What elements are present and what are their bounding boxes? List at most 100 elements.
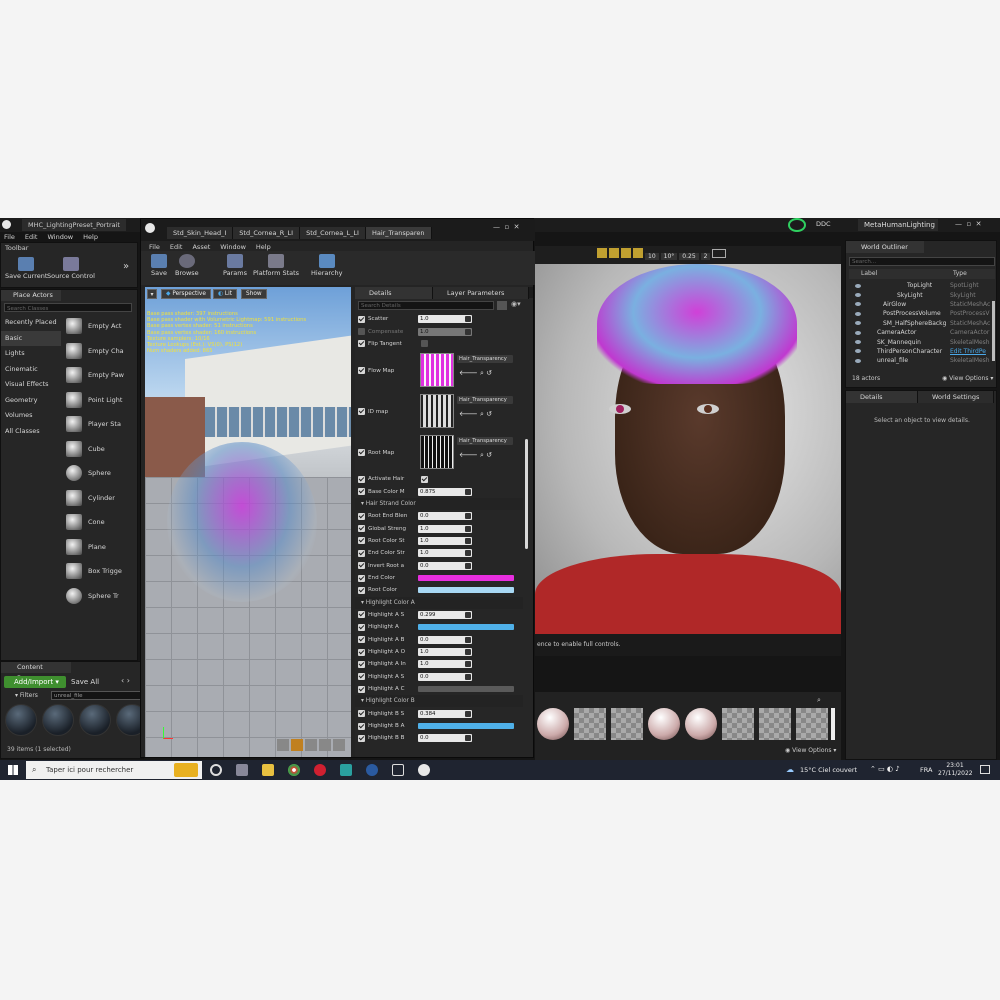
param-checkbox[interactable]: [358, 636, 365, 644]
param-checkbox[interactable]: [358, 611, 365, 619]
sphere-mesh-icon[interactable]: [291, 739, 303, 751]
asset-thumbnail[interactable]: [796, 708, 828, 740]
asset-thumbnail[interactable]: [79, 704, 111, 736]
param-checkbox[interactable]: [358, 340, 365, 348]
visibility-eye-icon[interactable]: [855, 321, 861, 326]
cube-app-icon[interactable]: [392, 764, 404, 776]
param-checkbox[interactable]: [358, 648, 365, 656]
tab-hair-transparency[interactable]: Hair_Transparen: [365, 227, 432, 239]
toolbar-expand-icon[interactable]: »: [123, 261, 129, 272]
param-value-field[interactable]: 0.384: [418, 709, 472, 718]
save-button[interactable]: Save: [151, 254, 167, 277]
grid-view-icon[interactable]: [497, 301, 507, 310]
asset-thumbnail[interactable]: [537, 708, 569, 740]
param-value-field[interactable]: 0.0: [418, 672, 472, 681]
show-button[interactable]: Show: [241, 289, 267, 299]
list-item[interactable]: Sphere: [62, 461, 138, 486]
table-row[interactable]: ThirdPersonCharacter Edit ThirdPe: [849, 347, 995, 356]
content-search-input[interactable]: unreal_file: [51, 691, 143, 700]
visibility-eye-icon[interactable]: [855, 311, 861, 316]
bottom-view-options-button[interactable]: ◉ View Options ▾: [785, 747, 836, 754]
param-checkbox[interactable]: [358, 574, 365, 582]
list-item[interactable]: Empty Cha: [62, 339, 138, 364]
menu-asset[interactable]: Asset: [192, 243, 210, 251]
asset-thumbnail[interactable]: [685, 708, 717, 740]
param-checkbox[interactable]: [358, 673, 365, 681]
search-classes-input[interactable]: Search Classes: [4, 303, 132, 312]
param-checkbox[interactable]: [358, 525, 365, 533]
system-tray-icons[interactable]: ⌃ ▭ ◐ ♪: [870, 765, 900, 773]
list-item[interactable]: Cone: [62, 510, 138, 535]
outliner-search-input[interactable]: Search...: [849, 257, 995, 266]
visibility-eye-icon[interactable]: [855, 340, 861, 345]
highlight-b-color-swatch[interactable]: [418, 723, 514, 729]
file-explorer-icon[interactable]: [262, 764, 274, 776]
visibility-eye-icon[interactable]: [855, 349, 861, 354]
param-value-field[interactable]: 0.875: [418, 487, 472, 496]
category-basic[interactable]: Basic: [1, 330, 61, 346]
table-row[interactable]: PostProcessVolume PostProcessV: [849, 309, 995, 318]
list-item[interactable]: Box Trigge: [62, 559, 138, 584]
input-language[interactable]: FRA: [920, 766, 932, 774]
tab-std-cornea-l[interactable]: Std_Cornea_L_LI: [300, 227, 366, 239]
category-volumes[interactable]: Volumes: [1, 408, 61, 424]
visibility-eye-icon[interactable]: [855, 293, 861, 298]
texture-asset-dropdown[interactable]: Hair_Transparency: [457, 437, 513, 446]
root-map-thumbnail[interactable]: [420, 435, 454, 470]
thumbnail-scrollbar[interactable]: [831, 708, 835, 740]
param-checkbox[interactable]: [358, 488, 365, 496]
viewport-layout-icon[interactable]: [712, 249, 727, 258]
list-item[interactable]: Empty Act: [62, 314, 138, 339]
unreal-engine-icon[interactable]: [418, 764, 430, 776]
taskbar-search-box[interactable]: ⌕ Taper ici pour rechercher: [26, 761, 202, 779]
category-recently-placed[interactable]: Recently Placed: [1, 315, 61, 331]
asset-thumbnail[interactable]: [42, 704, 74, 736]
params-button[interactable]: Params: [223, 254, 247, 277]
list-item[interactable]: Sphere Tr: [62, 584, 138, 609]
tab-std-skin-head[interactable]: Std_Skin_Head_I: [167, 227, 234, 239]
category-visual-effects[interactable]: Visual Effects: [1, 377, 61, 393]
ddc-indicator[interactable]: DDC: [816, 220, 831, 228]
param-value-field[interactable]: 1.0: [418, 536, 472, 545]
table-row[interactable]: CameraActor CameraActor: [849, 328, 995, 337]
teapot-mesh-icon[interactable]: [333, 739, 345, 751]
menu-edit[interactable]: Edit: [25, 233, 38, 241]
platform-stats-button[interactable]: Platform Stats: [253, 254, 299, 277]
rotation-snap-value[interactable]: 10°: [660, 253, 678, 260]
material-preview-viewport[interactable]: Base pass shader: 397 instructions Base …: [145, 287, 351, 757]
highlight-a-color-swatch[interactable]: [418, 624, 514, 631]
menu-window[interactable]: Window: [220, 243, 246, 251]
plane-mesh-icon[interactable]: [305, 739, 317, 751]
chrome-icon[interactable]: [288, 764, 300, 776]
browse-button[interactable]: Browse: [175, 254, 199, 277]
texture-asset-actions-icon[interactable]: 🡐 ⌕ ↺: [459, 450, 492, 460]
visibility-eye-icon[interactable]: [855, 283, 861, 288]
opera-icon[interactable]: [314, 764, 326, 776]
param-checkbox[interactable]: [358, 685, 365, 693]
windows-start-icon[interactable]: [8, 765, 18, 775]
edit-blueprint-link[interactable]: Edit ThirdPe: [950, 348, 986, 355]
toolbar-tab[interactable]: Toolbar: [5, 244, 28, 252]
cube-mesh-icon[interactable]: [319, 739, 331, 751]
source-control-status-icon[interactable]: [788, 218, 806, 232]
taskbar-clock[interactable]: 23:01 27/11/2022: [938, 762, 973, 777]
search-icon[interactable]: ⌕: [817, 696, 821, 705]
flow-map-thumbnail[interactable]: [420, 353, 454, 388]
add-import-button[interactable]: Add/Import ▾: [4, 676, 66, 688]
col-type-header[interactable]: Type: [953, 269, 967, 279]
menu-edit[interactable]: Edit: [170, 243, 183, 251]
asset-thumbnail[interactable]: [648, 708, 680, 740]
category-geometry[interactable]: Geometry: [1, 393, 61, 409]
param-value-field[interactable]: 1.0: [418, 327, 472, 336]
details-scrollbar[interactable]: [525, 439, 528, 549]
snap-icon[interactable]: [597, 248, 607, 258]
asset-thumbnail[interactable]: [611, 708, 643, 740]
save-current-button[interactable]: Save Current: [5, 257, 47, 280]
save-all-button[interactable]: Save All: [71, 676, 99, 688]
outliner-scrollbar[interactable]: [992, 301, 995, 361]
window-controls[interactable]: — ▫ ✕: [955, 220, 982, 228]
param-checkbox[interactable]: [358, 449, 365, 457]
col-label-header[interactable]: Label: [861, 269, 877, 279]
param-checkbox[interactable]: [358, 512, 365, 520]
asset-thumbnail[interactable]: [759, 708, 791, 740]
